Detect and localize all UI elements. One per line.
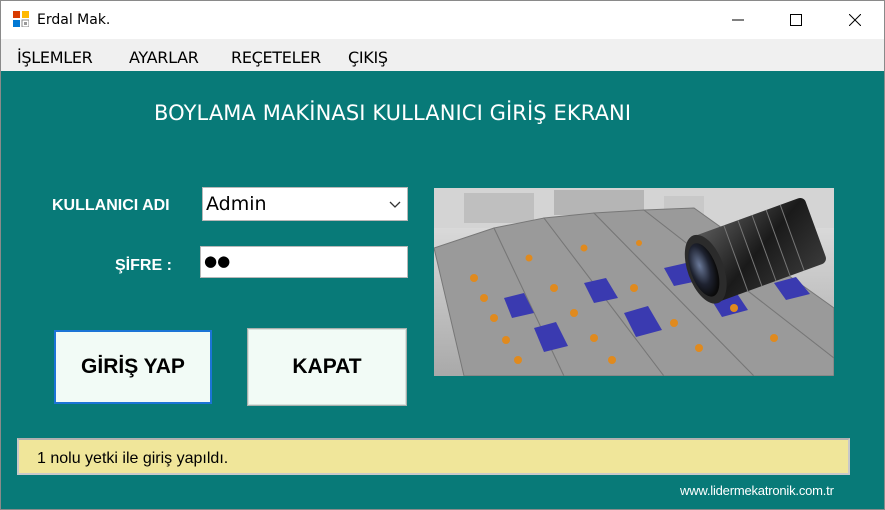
username-combobox[interactable]: Admin bbox=[202, 187, 408, 221]
menu-item-receteler[interactable]: REÇETELER bbox=[231, 48, 321, 67]
page-title: BOYLAMA MAKİNASI KULLANICI GİRİŞ EKRANI bbox=[154, 101, 632, 125]
minimize-button[interactable] bbox=[709, 1, 767, 39]
minimize-icon bbox=[732, 19, 744, 21]
status-bar: 1 nolu yetki ile giriş yapıldı. bbox=[17, 438, 850, 475]
close-window-button[interactable] bbox=[826, 1, 884, 39]
password-label: ŞİFRE : bbox=[115, 257, 172, 274]
menu-item-ayarlar[interactable]: AYARLAR bbox=[129, 48, 199, 67]
status-message: 1 nolu yetki ile giriş yapıldı. bbox=[37, 450, 229, 467]
maximize-button[interactable] bbox=[767, 1, 825, 39]
login-button[interactable]: GİRİŞ YAP bbox=[54, 330, 212, 404]
close-button[interactable]: KAPAT bbox=[247, 328, 407, 406]
menu-bar: İŞLEMLER AYARLAR REÇETELER ÇIKIŞ bbox=[1, 39, 884, 71]
machine-photo-graphic bbox=[434, 188, 834, 376]
password-field[interactable]: ●● bbox=[200, 246, 408, 278]
machine-photo bbox=[434, 188, 834, 376]
website-link[interactable]: www.lidermekatronik.com.tr bbox=[680, 483, 834, 498]
app-window: Erdal Mak. İŞLEMLER AYARLAR REÇETELER ÇI… bbox=[0, 0, 885, 510]
menu-item-islemler[interactable]: İŞLEMLER bbox=[17, 48, 93, 67]
app-icon bbox=[13, 11, 29, 27]
close-icon bbox=[849, 14, 861, 26]
username-value: Admin bbox=[206, 193, 267, 215]
title-bar[interactable]: Erdal Mak. bbox=[1, 1, 884, 39]
menu-item-cikis[interactable]: ÇIKIŞ bbox=[348, 48, 388, 67]
password-value: ●● bbox=[204, 252, 231, 270]
maximize-icon bbox=[790, 14, 802, 26]
username-label: KULLANICI ADI bbox=[52, 197, 170, 214]
window-title: Erdal Mak. bbox=[37, 12, 111, 28]
chevron-down-icon[interactable] bbox=[389, 198, 401, 210]
